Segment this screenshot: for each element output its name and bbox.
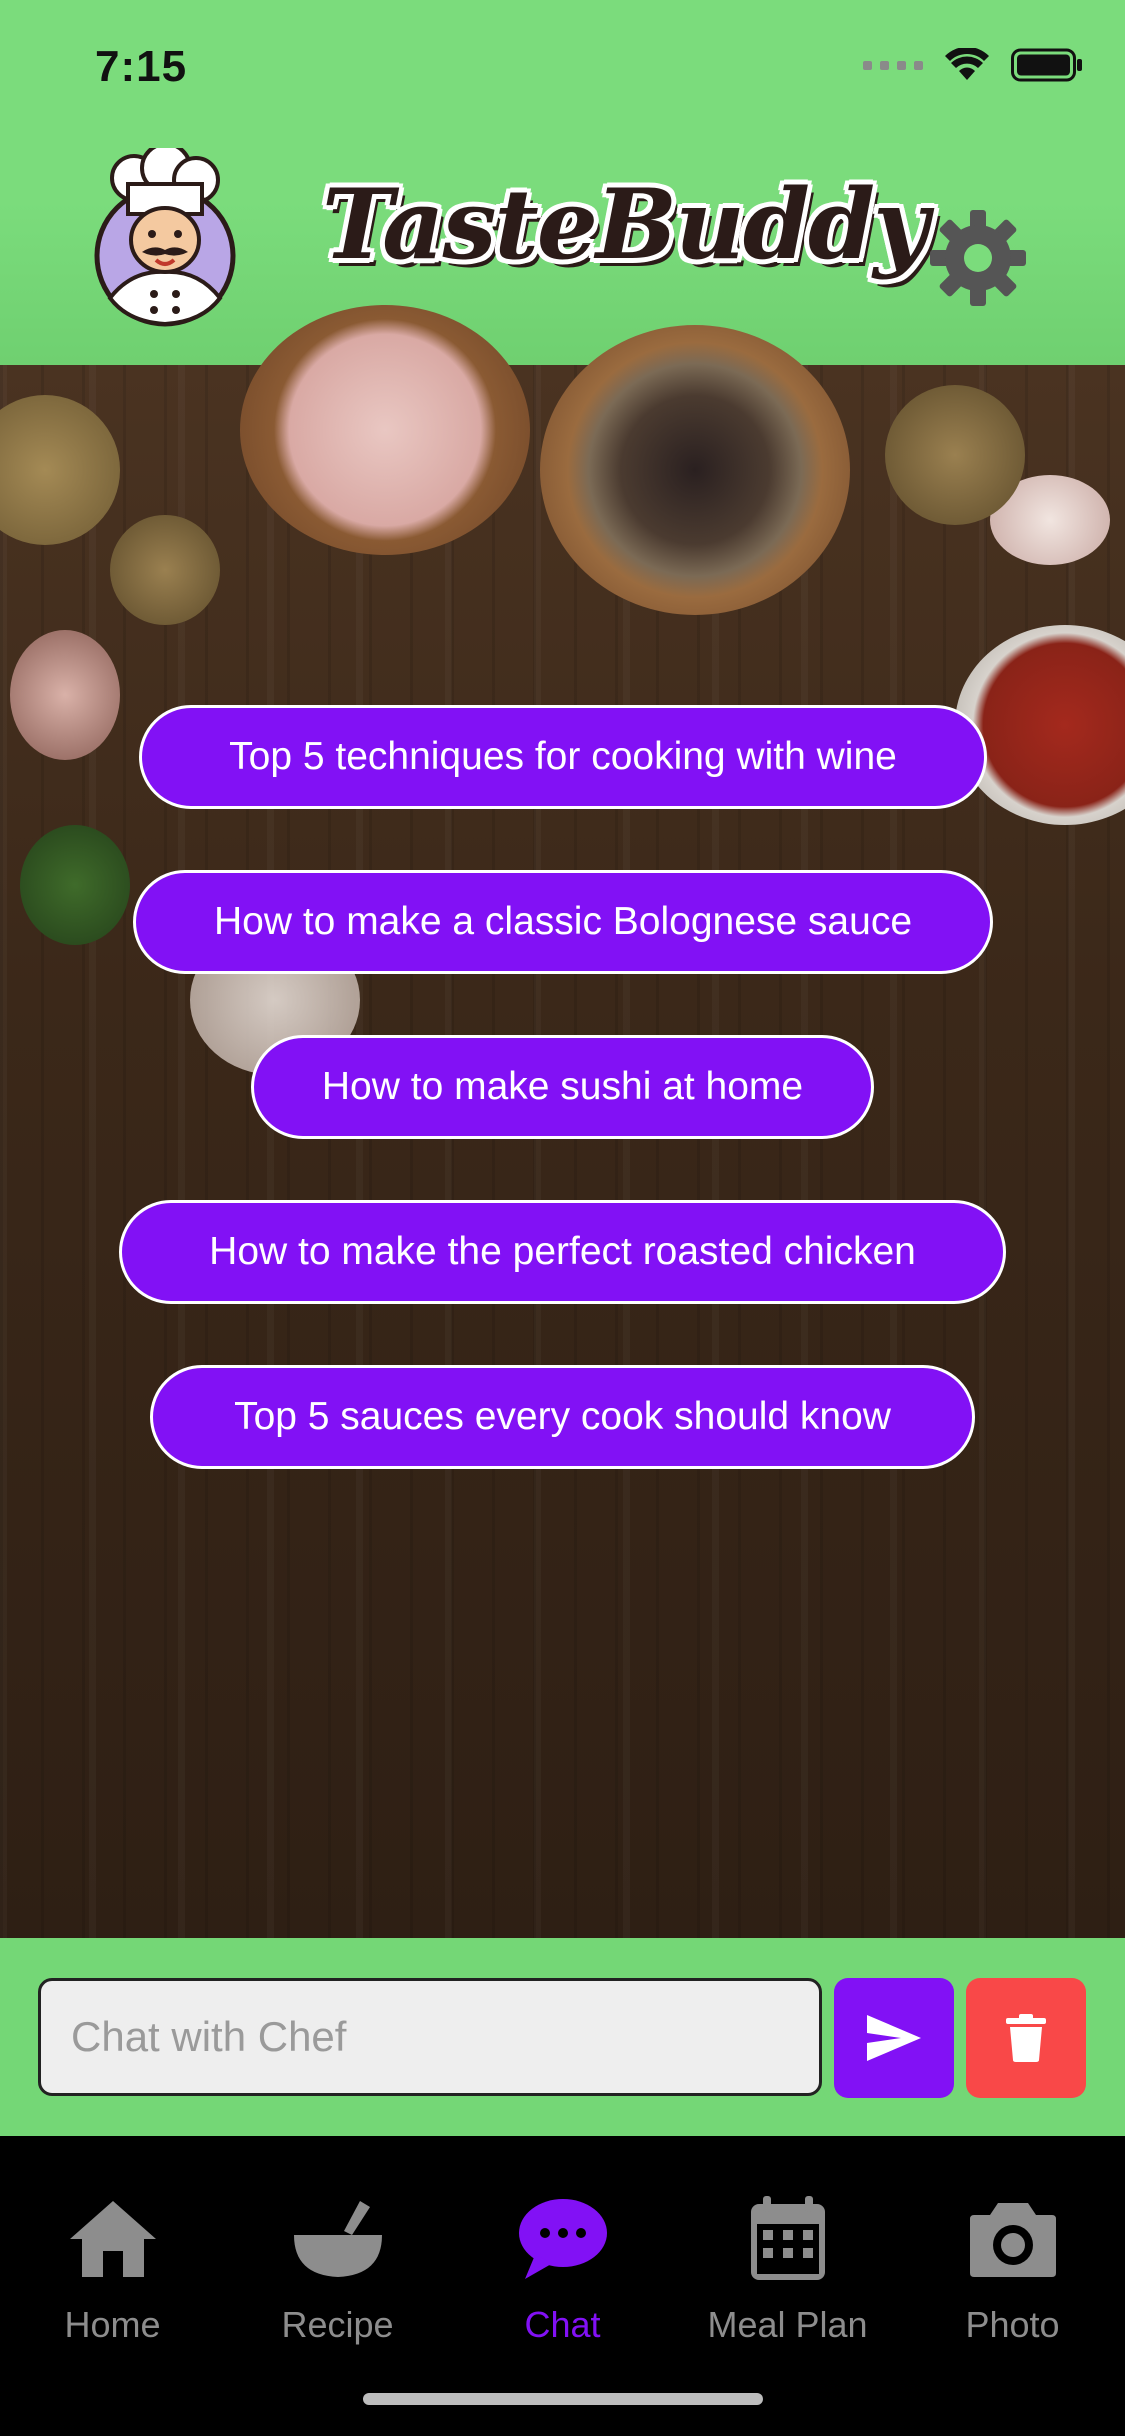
bottom-tab-bar: Home Recipe Chat Meal Plan Photo [0,2136,1125,2436]
status-icons [863,48,1083,82]
delete-button[interactable] [966,1978,1086,2098]
tab-label: Photo [965,2304,1060,2345]
chat-input[interactable] [38,1978,822,2096]
chat-background: Top 5 techniques for cooking with wine H… [0,305,1125,1938]
garlic-clove-image [10,630,120,760]
trash-icon [1006,2014,1046,2062]
send-icon [867,2015,921,2061]
chat-input-bar [0,1938,1125,2136]
tab-label: Home [64,2304,161,2345]
home-icon [69,2201,156,2277]
suggestion-chip[interactable]: How to make sushi at home [251,1035,874,1139]
tab-label: Chat [524,2304,601,2345]
chat-bubble-icon [518,2199,607,2279]
suggestion-chip[interactable]: How to make a classic Bolognese sauce [133,870,993,974]
cellular-signal-icon [863,60,923,70]
app-screen: 7:15 TasteBuddy Top 5 techniques for coo… [0,0,1125,2436]
app-title: TasteBuddy [322,168,929,281]
weight-image [885,385,1025,525]
tab-meal-plan[interactable]: Meal Plan [675,2184,900,2374]
bowl-icon [293,2201,382,2277]
suggestion-chip[interactable]: Top 5 techniques for cooking with wine [139,705,987,809]
paprika-bowl-image [955,625,1125,825]
chef-avatar-icon [94,148,236,327]
status-time: 7:15 [95,42,188,91]
suggestion-chip[interactable]: Top 5 sauces every cook should know [150,1365,975,1469]
parsley-image [20,825,130,945]
suggestion-chip[interactable]: How to make the perfect roasted chicken [119,1200,1006,1304]
tab-photo[interactable]: Photo [900,2184,1125,2374]
weight-image [110,515,220,625]
send-button[interactable] [834,1978,954,2098]
tab-recipe[interactable]: Recipe [225,2184,450,2374]
peppercorn-bowl-image [540,325,850,615]
header-bar: 7:15 TasteBuddy [0,0,1125,365]
tab-label: Recipe [281,2304,394,2345]
weight-image [0,395,120,545]
tab-label: Meal Plan [707,2304,868,2345]
home-indicator[interactable] [363,2393,763,2405]
gear-icon[interactable] [928,208,1028,308]
wifi-icon [945,48,989,80]
battery-icon [1011,48,1082,82]
camera-icon [969,2203,1056,2277]
calendar-icon [750,2196,825,2280]
tab-home[interactable]: Home [0,2184,225,2374]
tab-chat[interactable]: Chat [450,2184,675,2374]
salt-bowl-image [240,305,530,555]
